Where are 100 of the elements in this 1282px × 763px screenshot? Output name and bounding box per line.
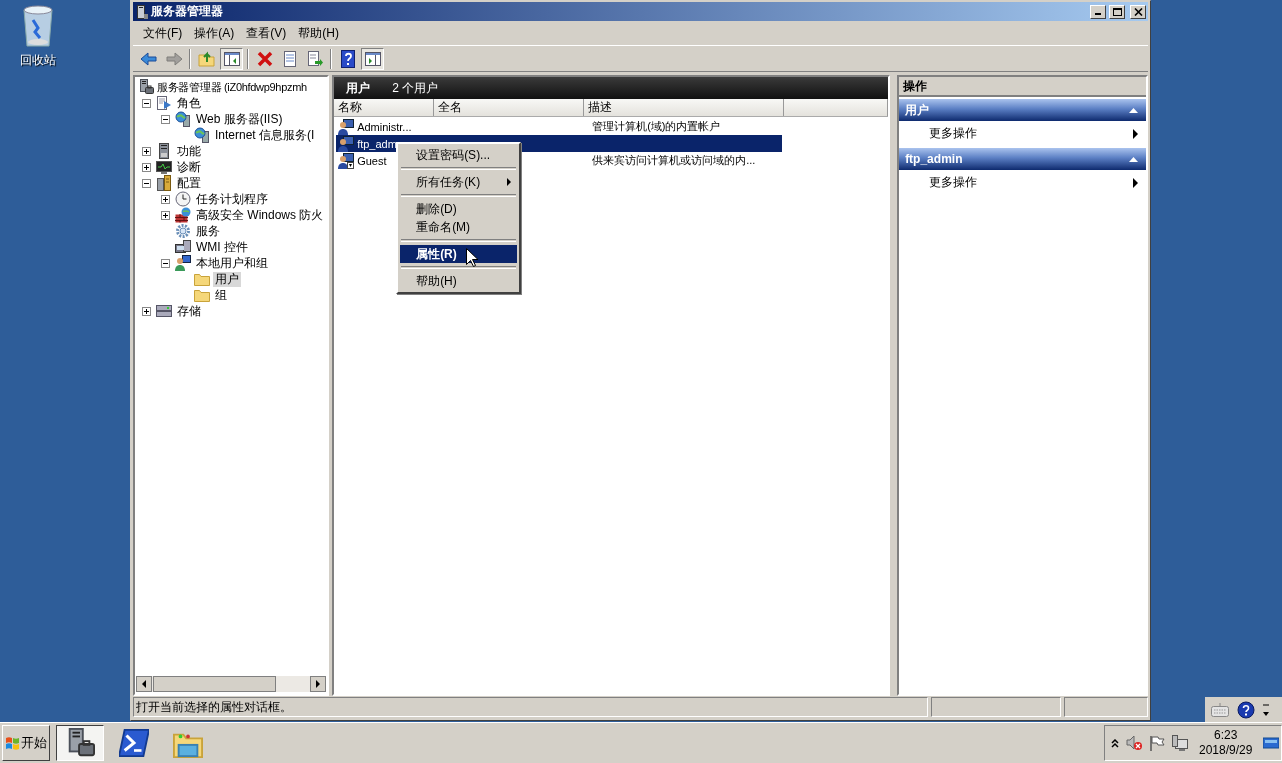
monitor-icon — [156, 159, 172, 175]
collapse-arrow-icon — [1129, 107, 1138, 113]
server-icon — [136, 4, 148, 19]
tree-button[interactable] — [220, 47, 243, 70]
tree-item[interactable]: Internet 信息服务(I — [213, 127, 317, 143]
collapse-icon[interactable] — [161, 258, 170, 268]
menu-item[interactable]: 帮助(H) — [400, 272, 518, 290]
menu-item[interactable]: 查看(V) — [240, 22, 293, 44]
forward-arrow-icon — [164, 49, 183, 68]
table-cell: 供来宾访问计算机或访问域的内... — [592, 153, 756, 168]
maximize-icon — [1112, 7, 1122, 16]
section-header[interactable]: 用户 — [899, 99, 1146, 121]
terminal-prompt-icon — [119, 728, 149, 758]
menu-item[interactable]: 文件(F) — [137, 22, 189, 44]
computer-icon — [175, 239, 191, 255]
close-button[interactable] — [1130, 4, 1146, 19]
folder-up-icon — [197, 49, 216, 68]
tree-item[interactable]: WMI 控件 — [194, 239, 250, 255]
collapse-icon[interactable] — [142, 98, 151, 108]
help-icon[interactable] — [1237, 700, 1255, 719]
globe-server-icon — [194, 127, 210, 143]
submenu-arrow-icon — [1133, 128, 1138, 139]
menu-item[interactable]: 操作(A) — [188, 22, 241, 44]
pointer-icon — [466, 248, 479, 267]
menu-item[interactable]: 删除(D) — [400, 200, 518, 218]
flag-icon[interactable] — [1149, 735, 1165, 751]
brick-wall-icon — [175, 207, 191, 223]
collapse-icon[interactable] — [161, 114, 170, 124]
action-item[interactable]: 更多操作 — [899, 170, 1146, 195]
tree-item[interactable]: 诊断 — [175, 159, 203, 175]
tree-item[interactable]: 任务计划程序 — [194, 191, 270, 207]
start-logo-icon — [5, 736, 20, 750]
clock-icon — [175, 191, 191, 207]
collapse-icon[interactable] — [142, 178, 151, 188]
actionpane-button[interactable] — [361, 47, 384, 70]
table-cell: 管理计算机(域)的内置帐户 — [592, 119, 721, 134]
start-button[interactable]: 开始 — [2, 725, 50, 761]
menu-item[interactable]: 重命名(M) — [400, 218, 518, 236]
menu-item[interactable]: 帮助(H) — [292, 22, 345, 44]
clock-date[interactable]: 2018/9/29 — [1199, 743, 1253, 758]
server-toolbox-icon — [138, 79, 154, 95]
item-count: 2 个用户 — [392, 79, 439, 97]
submenu-arrow-icon — [1133, 177, 1138, 188]
server-icon — [156, 143, 172, 159]
help-icon — [338, 49, 357, 68]
user-icon — [338, 135, 355, 152]
recycle-bin-icon[interactable] — [21, 4, 55, 48]
show-desktop-icon[interactable] — [1263, 736, 1279, 750]
column-header[interactable]: 描述 — [584, 99, 785, 116]
window-title: 服务器管理器 — [151, 3, 224, 20]
expand-icon[interactable] — [142, 146, 151, 156]
chevron-up-icon[interactable] — [1111, 738, 1119, 748]
tree-item[interactable]: Web 服务器(IIS) — [194, 111, 285, 127]
minimize-icon — [1095, 13, 1101, 15]
folder-icon — [194, 271, 210, 287]
table-cell: Administr... — [357, 120, 412, 133]
folder-icon — [194, 287, 210, 303]
expand-icon[interactable] — [161, 194, 170, 204]
section-header[interactable]: ftp_admin — [899, 148, 1146, 170]
options-icon[interactable] — [1263, 702, 1269, 717]
guest-user-icon — [338, 152, 355, 169]
user-icon — [338, 118, 355, 135]
users-icon — [175, 255, 191, 271]
action-pane-icon — [363, 49, 382, 68]
tree-item[interactable]: 配置 — [175, 175, 203, 191]
clock-time[interactable]: 6:23 — [1214, 728, 1238, 743]
tree-item[interactable]: 服务 — [194, 223, 222, 239]
table-cell: Guest — [357, 154, 387, 167]
taskbar-button[interactable] — [56, 725, 104, 761]
tree-item[interactable]: 存储 — [175, 303, 203, 319]
tree-item[interactable]: 高级安全 Windows 防火 — [194, 207, 326, 223]
column-header[interactable]: 名称 — [334, 99, 435, 116]
tree-item[interactable]: 用户 — [213, 271, 241, 287]
pane-title: 用户 — [346, 79, 371, 97]
tree-item[interactable]: 功能 — [175, 143, 203, 159]
status-text: 打开当前选择的属性对话框。 — [133, 697, 928, 717]
keyboard-icon[interactable] — [1211, 702, 1229, 717]
drive-icon — [156, 303, 172, 319]
action-item[interactable]: 更多操作 — [899, 121, 1146, 146]
expand-icon[interactable] — [142, 162, 151, 172]
horizontal-scrollbar[interactable] — [136, 676, 326, 692]
back-arrow-icon — [139, 49, 158, 68]
tree-item[interactable]: 角色 — [175, 95, 203, 111]
tree-item[interactable]: 本地用户和组 — [194, 255, 270, 271]
minimize-button[interactable] — [1090, 4, 1106, 19]
delete-icon — [255, 49, 274, 68]
tree-item[interactable]: 服务器管理器 (iZ0hfdwp9hpzmh — [157, 79, 307, 95]
tree-pane-icon — [222, 49, 241, 68]
expand-icon[interactable] — [161, 210, 170, 220]
submenu-arrow-icon — [507, 178, 512, 186]
maximize-button[interactable] — [1109, 4, 1125, 19]
gear-icon — [175, 223, 191, 239]
column-header[interactable]: 全名 — [434, 99, 585, 116]
expand-icon[interactable] — [142, 306, 151, 316]
document-icon — [156, 95, 172, 111]
network-icon[interactable] — [1171, 734, 1189, 752]
menu-item[interactable]: 所有任务(K) — [400, 173, 518, 191]
tree-item[interactable]: 组 — [213, 287, 229, 303]
speaker-muted-icon[interactable] — [1125, 734, 1143, 752]
collapse-arrow-icon — [1129, 156, 1138, 162]
